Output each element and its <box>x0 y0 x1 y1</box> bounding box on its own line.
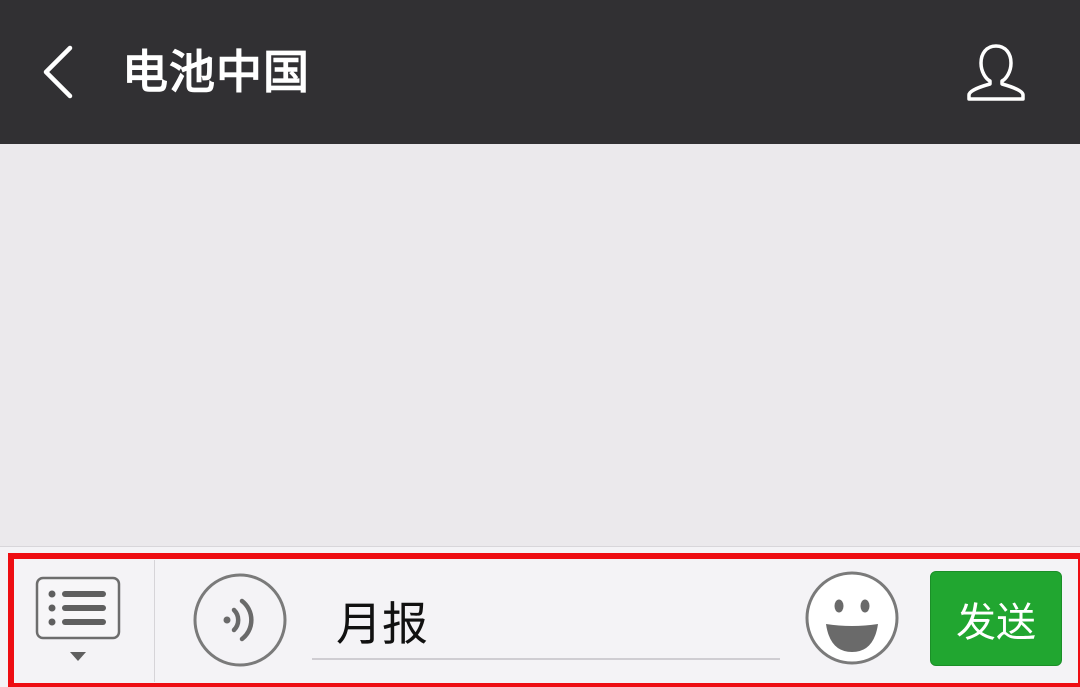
input-bar-divider <box>154 560 155 682</box>
header-bar: 电池中国 <box>0 0 1080 144</box>
send-button[interactable]: 发送 <box>930 571 1062 666</box>
profile-button[interactable] <box>960 38 1032 106</box>
voice-input-icon <box>193 573 287 667</box>
page-title: 电池中国 <box>122 45 310 99</box>
back-button[interactable] <box>28 40 88 104</box>
chevron-left-icon <box>43 45 73 99</box>
user-profile-icon <box>967 44 1025 101</box>
chat-screen: 电池中国 月报 发送 <box>0 0 1080 687</box>
menu-toggle-button[interactable] <box>32 574 124 670</box>
message-input[interactable] <box>312 584 780 660</box>
message-list[interactable] <box>0 144 1080 546</box>
list-menu-icon <box>35 576 121 661</box>
smiley-icon <box>805 571 899 665</box>
voice-input-button[interactable] <box>192 572 288 668</box>
emoji-button[interactable] <box>804 570 900 666</box>
